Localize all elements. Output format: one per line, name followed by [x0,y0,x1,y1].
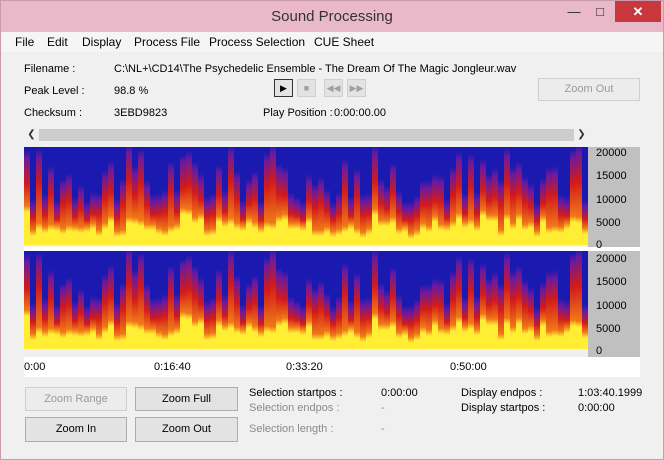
play-icon: ▶ [280,83,287,93]
y-tick: 5000 [596,323,621,335]
peak-level-value: 98.8 % [114,85,149,97]
filename-value: C:\NL+\CD14\The Psychedelic Ensemble - T… [114,63,517,75]
display-endpos-value: 1:03:40.1999 [578,387,643,399]
horizontal-scrollbar[interactable]: ❮ ❯ [24,127,589,143]
stop-icon: ■ [303,83,310,93]
menu-edit[interactable]: Edit [47,35,68,49]
y-tick: 0 [596,239,603,251]
play-position-label: Play Position : [263,107,333,119]
x-tick: 0:33:20 [286,361,323,373]
channel-divider [24,247,640,251]
y-axis-bottom: 20000 15000 10000 5000 0 [588,251,640,357]
minimize-button[interactable]: — [561,1,587,22]
selection-length-label: Selection length : [249,423,334,435]
checksum-label: Checksum : [24,107,83,119]
y-tick: 0 [596,345,603,357]
y-tick: 20000 [596,253,627,265]
app-window: Sound Processing — □ ✕ File Edit Display… [0,0,664,460]
selection-length-value: - [381,423,385,435]
zoom-full-button[interactable]: Zoom Full [135,387,238,411]
fast-forward-button[interactable]: ▶▶ [347,79,366,97]
x-tick: 0:50:00 [450,361,487,373]
selection-startpos-label: Selection startpos : [249,387,343,399]
y-axis-top: 20000 15000 10000 5000 0 [588,147,640,251]
rewind-button[interactable]: ◀◀ [324,79,343,97]
checksum-value: 3EBD9823 [114,107,168,119]
play-button[interactable]: ▶ [274,79,293,97]
peak-level-label: Peak Level : [24,85,85,97]
y-tick: 5000 [596,217,621,229]
menu-bar: File Edit Display Process File Process S… [1,32,663,52]
time-axis: 0:00 0:16:40 0:33:20 0:50:00 [24,357,640,377]
filename-label: Filename : [24,63,76,75]
y-tick: 20000 [596,147,627,159]
zoom-in-button[interactable]: Zoom In [25,417,127,442]
maximize-button[interactable]: □ [587,1,613,22]
selection-endpos-value: - [381,402,385,414]
menu-process-selection[interactable]: Process Selection [209,35,305,49]
display-startpos-value: 0:00:00 [578,402,615,414]
scroll-left-icon[interactable]: ❮ [24,127,39,143]
scroll-thumb[interactable] [39,129,574,141]
zoom-out-button[interactable]: Zoom Out [135,417,238,442]
display-startpos-label: Display startpos : [461,402,546,414]
menu-process-file[interactable]: Process File [134,35,200,49]
close-button[interactable]: ✕ [615,1,661,22]
play-position-value: 0:00:00.00 [334,107,386,119]
display-endpos-label: Display endpos : [461,387,543,399]
x-tick: 0:00 [24,361,46,373]
scroll-right-icon[interactable]: ❯ [574,127,589,143]
y-tick: 10000 [596,194,627,206]
y-tick: 10000 [596,300,627,312]
menu-display[interactable]: Display [82,35,121,49]
x-tick: 0:16:40 [154,361,191,373]
y-tick: 15000 [596,170,627,182]
y-tick: 15000 [596,276,627,288]
zoom-out-top-button[interactable]: Zoom Out [538,78,640,101]
selection-endpos-label: Selection endpos : [249,402,340,414]
zoom-range-button[interactable]: Zoom Range [25,387,127,411]
selection-startpos-value: 0:00:00 [381,387,418,399]
menu-cue-sheet[interactable]: CUE Sheet [314,35,374,49]
spectrogram-right-channel[interactable] [24,251,588,349]
rewind-icon: ◀◀ [326,83,341,93]
stop-button[interactable]: ■ [297,79,316,97]
menu-file[interactable]: File [15,35,34,49]
fast-forward-icon: ▶▶ [349,83,364,93]
spectrogram-left-channel[interactable] [24,147,588,245]
title-bar: Sound Processing — □ ✕ [1,1,663,32]
